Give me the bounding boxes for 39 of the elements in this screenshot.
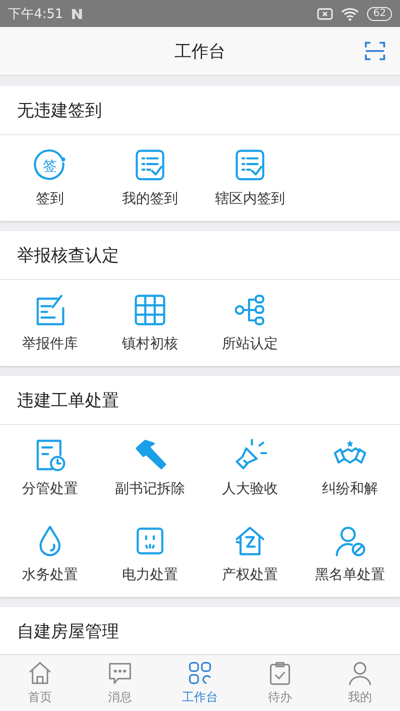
- grid-icon: [133, 293, 167, 327]
- apps-icon: [187, 660, 213, 686]
- function-item[interactable]: 纠纷和解: [300, 425, 400, 511]
- function-item[interactable]: 电力处置: [100, 511, 200, 597]
- function-item[interactable]: 黑名单处置: [300, 511, 400, 597]
- page-title: 工作台: [174, 40, 226, 62]
- function-item[interactable]: 人大验收: [200, 425, 300, 511]
- function-item[interactable]: 镇村初核: [100, 280, 200, 366]
- tab[interactable]: 工作台: [160, 655, 240, 711]
- section-title: 无违建签到: [17, 100, 102, 122]
- house-icon: [233, 524, 267, 558]
- tree-icon: [233, 293, 267, 327]
- function-item[interactable]: 产权处置: [200, 511, 300, 597]
- section-title: 自建房屋管理: [17, 620, 119, 642]
- section-title: 举报核查认定: [17, 244, 119, 266]
- function-item[interactable]: 辖区内签到: [200, 135, 300, 221]
- function-item[interactable]: 我的签到: [100, 135, 200, 221]
- checklist-icon: [133, 148, 167, 182]
- function-item[interactable]: 签 签到: [0, 135, 100, 221]
- notification-icon: [71, 8, 84, 20]
- hammer-icon: [133, 438, 167, 472]
- flashlight-icon: [233, 438, 267, 472]
- scan-icon[interactable]: [364, 40, 386, 62]
- function-item[interactable]: 水务处置: [0, 511, 100, 597]
- user-icon: [347, 660, 373, 686]
- checklist-icon: [233, 148, 267, 182]
- status-time: 下午4:51: [8, 6, 64, 22]
- sim-icon: [317, 8, 334, 20]
- battery-indicator: 62: [367, 6, 392, 20]
- function-item[interactable]: 所站认定: [200, 280, 300, 366]
- wifi-icon: [341, 6, 360, 20]
- function-item[interactable]: 分管处置: [0, 425, 100, 511]
- section-title: 违建工单处置: [17, 390, 119, 412]
- function-item[interactable]: 举报件库: [0, 280, 100, 366]
- home-icon: [27, 660, 53, 686]
- function-item[interactable]: 副书记拆除: [100, 425, 200, 511]
- user-block-icon: [333, 524, 367, 558]
- clipboard-icon: [267, 660, 293, 686]
- message-icon: [107, 660, 133, 686]
